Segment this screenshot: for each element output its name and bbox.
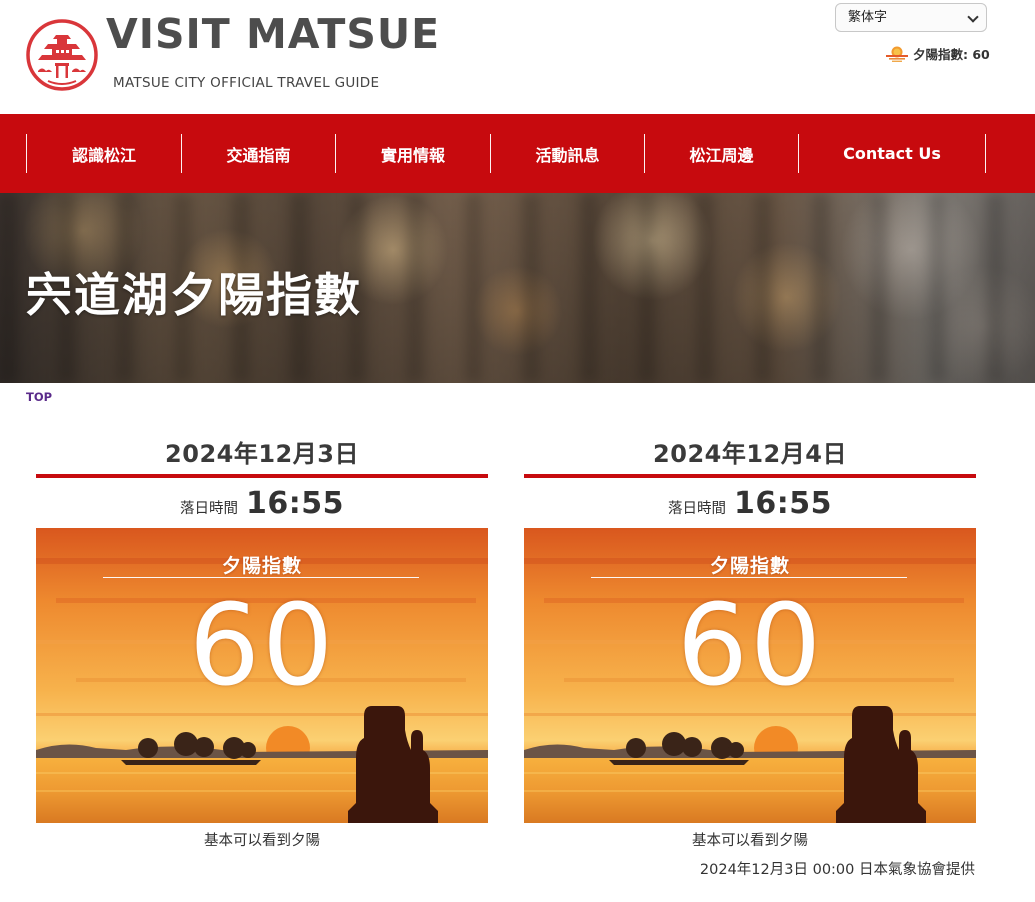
day-card-1: 2024年12月3日 落日時間 16:55 夕陽指數 60 基本可以看到夕陽 [36, 436, 488, 851]
sunset-caption: 基本可以看到夕陽 [692, 833, 808, 849]
chevron-down-icon [967, 11, 979, 23]
site-subtitle: MATSUE CITY OFFICIAL TRAVEL GUIDE [113, 75, 380, 91]
nav-item-contact[interactable]: Contact Us [798, 134, 986, 173]
nav-item-events[interactable]: 活動訊息 [490, 134, 644, 173]
nav-item-about[interactable]: 認識松江 [26, 134, 181, 173]
breadcrumb-top-link[interactable]: TOP [26, 390, 52, 404]
panel-divider [103, 577, 419, 578]
sunset-icon [886, 46, 908, 62]
sunset-index-label: 夕陽指數: 60 [913, 46, 990, 62]
panel-divider [591, 577, 907, 578]
sunset-time-label: 落日時間 [180, 500, 238, 517]
nav-item-info[interactable]: 實用情報 [335, 134, 490, 173]
sunset-index-label: 夕陽指數 [221, 555, 302, 577]
data-source-note: 2024年12月3日 00:00 日本氣象協會提供 [699, 862, 975, 878]
language-select[interactable]: 繁体字 [835, 3, 987, 32]
site-header: VISIT MATSUE MATSUE CITY OFFICIAL TRAVEL… [0, 0, 1035, 114]
sunset-index-badge[interactable]: 夕陽指數: 60 [885, 43, 990, 63]
day-date: 2024年12月3日 [165, 440, 359, 468]
sunset-time-value: 16:55 [734, 485, 832, 521]
sunset-index-value: 60 [188, 581, 336, 711]
sunset-time-value: 16:55 [246, 485, 344, 521]
day-card-2: 2024年12月4日 落日時間 16:55 夕陽指數 60 基本可以看到夕陽 [524, 436, 976, 851]
nav-item-around[interactable]: 松江周邊 [644, 134, 798, 173]
sunset-caption: 基本可以看到夕陽 [204, 833, 320, 849]
hero-banner: 宍道湖夕陽指數 [0, 193, 1035, 383]
site-title[interactable]: VISIT MATSUE [106, 10, 440, 58]
sunset-index-panel: 夕陽指數 60 [36, 528, 488, 823]
sunset-time-label: 落日時間 [668, 500, 726, 517]
day-date: 2024年12月4日 [653, 440, 847, 468]
sunset-time-row: 落日時間 16:55 [36, 478, 488, 528]
sunset-time-row: 落日時間 16:55 [524, 478, 976, 528]
main-nav: 認識松江 交通指南 實用情報 活動訊息 松江周邊 Contact Us [0, 114, 1035, 193]
language-selected-value: 繁体字 [848, 10, 888, 25]
nav-item-access[interactable]: 交通指南 [181, 134, 335, 173]
sunset-index-label: 夕陽指數 [709, 555, 790, 577]
sunset-index-value: 60 [676, 581, 824, 711]
page-title: 宍道湖夕陽指數 [26, 268, 362, 322]
sunset-index-panel: 夕陽指數 60 [524, 528, 976, 823]
matsue-castle-logo-icon[interactable] [26, 19, 98, 91]
